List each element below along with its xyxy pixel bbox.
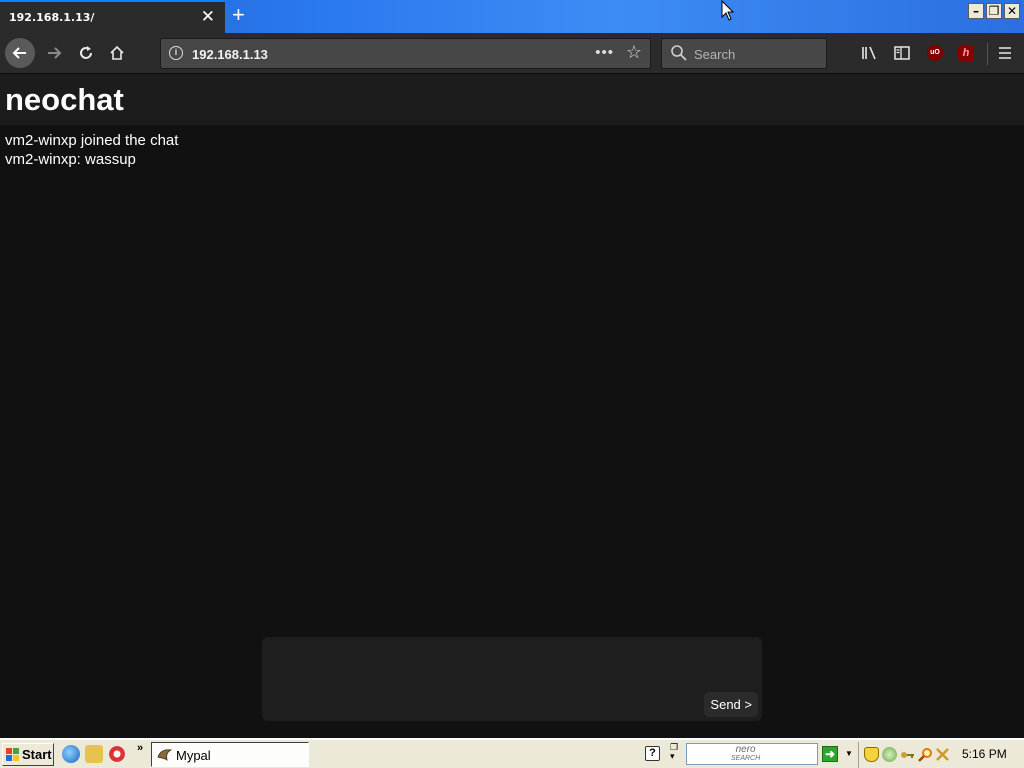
go-arrow-icon[interactable]: ➜ [822, 746, 838, 762]
system-tray: 5:16 PM [858, 742, 1024, 768]
search-placeholder: Search [694, 47, 736, 62]
url-text[interactable]: 192.168.1.13 [192, 47, 268, 62]
network-icon[interactable] [882, 747, 897, 762]
nero-search-input[interactable]: nero SEARCH [686, 743, 818, 765]
forward-button[interactable] [42, 41, 66, 68]
page-actions-icon[interactable]: ••• [595, 44, 614, 61]
search-icon [671, 45, 687, 61]
page-title: neochat [5, 82, 124, 117]
reload-icon [80, 46, 92, 59]
key-icon[interactable] [900, 747, 915, 762]
dropdown-arrow-icon[interactable]: ▼ [845, 749, 853, 758]
forward-icon [48, 47, 62, 59]
mypal-icon [157, 749, 172, 761]
sidebar-icon[interactable] [890, 41, 914, 68]
show-desktop-icon[interactable] [85, 745, 103, 763]
back-icon [12, 47, 26, 59]
taskbar: Start » Mypal ? ❐ ▾ nero SEARCH ➜ ▼ 5:16 … [0, 738, 1024, 768]
window-controls: – ❐ ✕ [968, 3, 1020, 19]
start-label: Start [22, 747, 52, 762]
windows-logo-icon [6, 748, 19, 761]
mouse-cursor-icon [721, 0, 735, 21]
back-button[interactable] [5, 38, 35, 68]
browser-tab[interactable]: 192.168.1.13/ ✕ [0, 0, 225, 33]
help-icon[interactable]: ? [645, 746, 660, 761]
chat-message: vm2-winxp: wassup [5, 151, 136, 168]
browser-tab-strip: 192.168.1.13/ ✕ + – ❐ ✕ [0, 0, 1024, 33]
menu-icon[interactable] [993, 41, 1017, 67]
ublock-icon[interactable]: uO [927, 45, 943, 61]
page-header: neochat [0, 74, 1024, 125]
navigation-toolbar: i 192.168.1.13 ••• ☆ Search uO h [0, 33, 1024, 74]
start-button[interactable]: Start [2, 743, 54, 766]
clock: 5:16 PM [962, 747, 1007, 761]
library-icon[interactable] [858, 41, 882, 69]
extension-icon[interactable]: h [958, 45, 974, 61]
quick-launch-chevron-icon[interactable]: » [137, 742, 143, 754]
home-icon [110, 45, 124, 60]
tab-close-icon[interactable]: ✕ [201, 8, 215, 25]
security-shield-icon[interactable] [864, 747, 879, 762]
search-bar[interactable]: Search [661, 38, 827, 69]
message-input[interactable]: Send > [262, 637, 762, 721]
toolbar-restore-icon[interactable]: ❐ ▾ [670, 743, 678, 761]
home-button[interactable] [105, 41, 129, 68]
toolbar-divider [987, 43, 988, 65]
media-player-icon[interactable] [108, 745, 126, 763]
chat-message: vm2-winxp joined the chat [5, 132, 179, 149]
minimize-button[interactable]: – [968, 3, 984, 19]
close-window-button[interactable]: ✕ [1004, 3, 1020, 19]
address-bar[interactable]: i 192.168.1.13 ••• ☆ [160, 38, 651, 69]
taskbar-button-mypal[interactable]: Mypal [151, 742, 309, 767]
search-tray-icon[interactable] [918, 747, 933, 762]
nero-logo: nero SEARCH [731, 744, 761, 763]
taskbar-button-label: Mypal [176, 748, 211, 763]
send-button[interactable]: Send > [704, 692, 758, 717]
restore-button[interactable]: ❐ [986, 3, 1002, 19]
tools-icon[interactable] [935, 747, 950, 762]
internet-explorer-icon[interactable] [62, 745, 80, 763]
reload-button[interactable] [74, 41, 98, 68]
chat-page: neochat vm2-winxp joined the chat vm2-wi… [0, 74, 1024, 738]
message-list: vm2-winxp joined the chat vm2-winxp: was… [5, 131, 178, 169]
tab-title: 192.168.1.13/ [9, 11, 95, 24]
site-info-icon[interactable]: i [169, 46, 183, 60]
new-tab-button[interactable]: + [232, 4, 245, 26]
bookmark-star-icon[interactable]: ☆ [626, 42, 642, 63]
